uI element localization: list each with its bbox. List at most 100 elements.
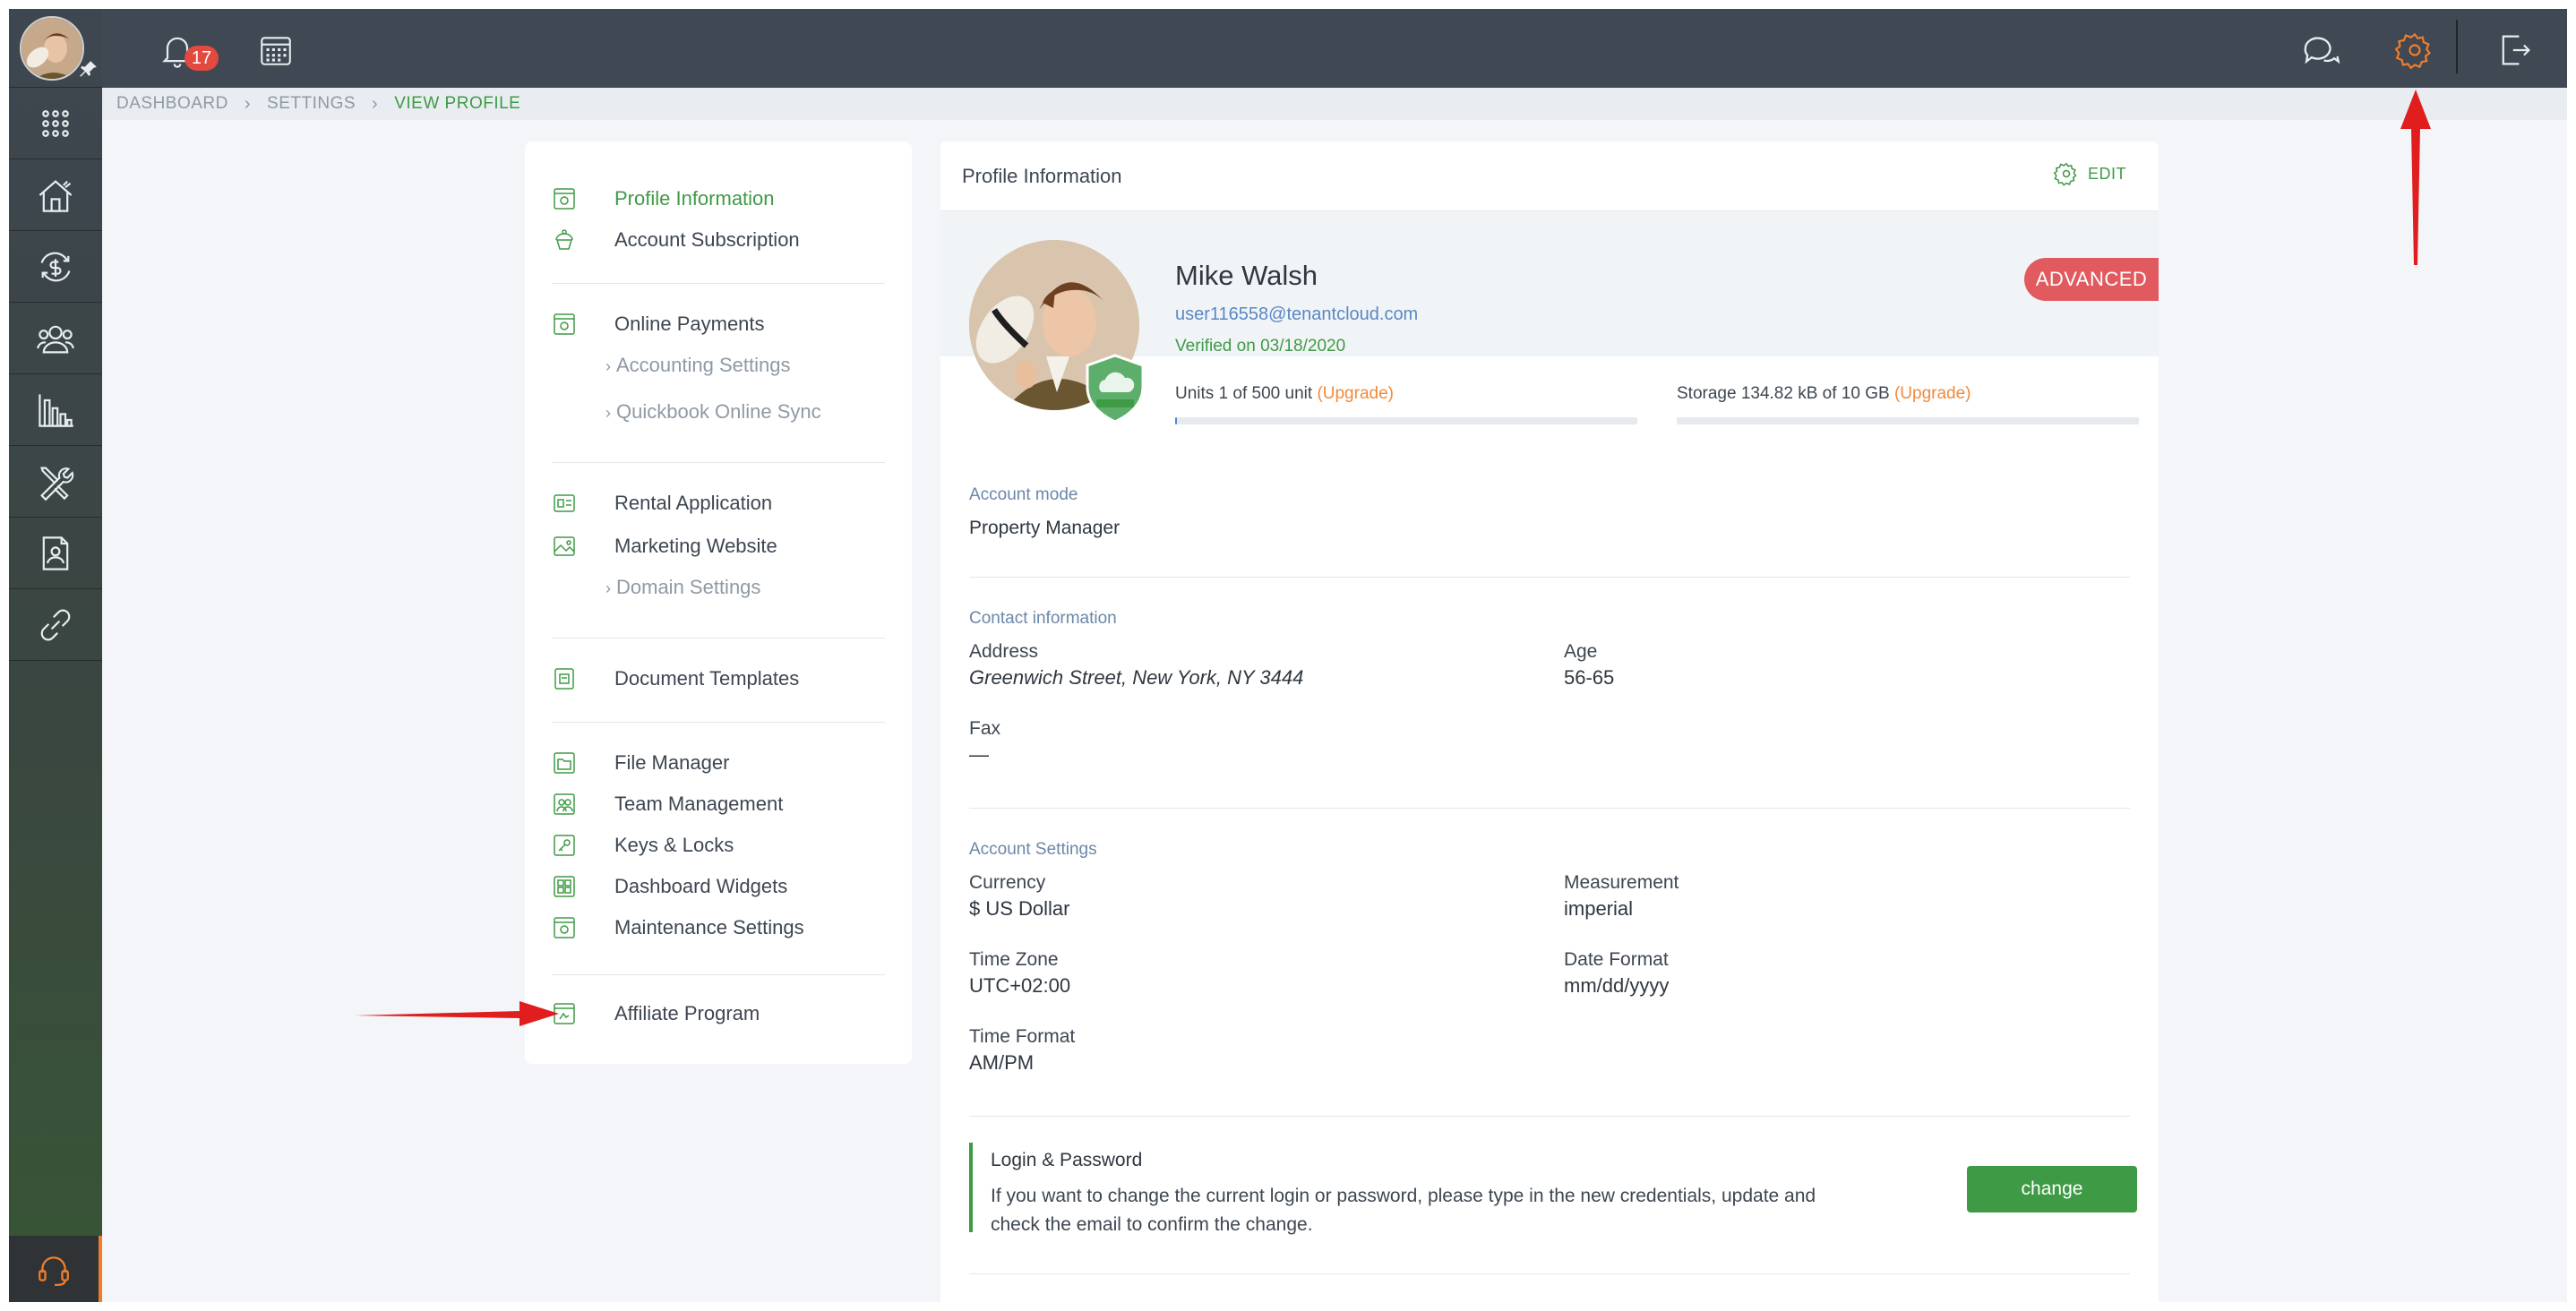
support-button[interactable] — [9, 1236, 102, 1302]
user-name: Mike Walsh — [1175, 260, 1318, 291]
menu-item-dashboard-widgets[interactable]: Dashboard Widgets — [525, 869, 912, 904]
address-label: Address — [969, 641, 1039, 662]
topbar-divider — [2456, 20, 2458, 73]
maintenance-page-icon — [554, 917, 575, 938]
section-divider — [969, 577, 2130, 578]
properties-icon — [39, 179, 73, 212]
settings-menu: Profile Information Account Subscription… — [525, 141, 912, 1064]
date-format-value: mm/dd/yyyy — [1564, 974, 1670, 997]
menu-item-affiliate-program[interactable]: Affiliate Program — [525, 996, 912, 1032]
app-window: 17 DASHBOARD › SETTINGS › VIEW PROFILE P… — [9, 9, 2567, 1302]
rail-item-documents[interactable] — [9, 518, 102, 589]
application-form-icon — [554, 494, 575, 512]
rail-item-maintenance[interactable] — [9, 446, 102, 518]
timezone-label: Time Zone — [969, 949, 1059, 970]
chevron-right-icon: › — [605, 404, 611, 422]
units-usage-bar — [1175, 417, 1637, 424]
chevron-right-icon: › — [605, 579, 611, 597]
menu-item-profile-information[interactable]: Profile Information — [525, 181, 912, 217]
menu-divider — [552, 283, 885, 284]
breadcrumb-dashboard[interactable]: DASHBOARD — [116, 94, 228, 114]
timezone-value: UTC+02:00 — [969, 974, 1071, 997]
age-value: 56-65 — [1564, 666, 1615, 689]
menu-item-rental-application[interactable]: Rental Application — [525, 485, 912, 521]
maintenance-tools-icon — [40, 467, 74, 501]
address-value: Greenwich Street, New York, NY 3444 — [969, 666, 1304, 689]
menu-item-online-payments[interactable]: Online Payments — [525, 306, 912, 342]
widgets-icon — [554, 876, 575, 897]
pin-icon[interactable] — [79, 59, 99, 79]
age-label: Age — [1564, 641, 1598, 662]
annotation-arrow — [2400, 90, 2431, 265]
team-icon — [554, 793, 575, 815]
login-password-description: If you want to change the current login … — [991, 1186, 1816, 1235]
logout-icon — [2502, 35, 2530, 65]
units-upgrade-link[interactable]: (Upgrade) — [1317, 384, 1394, 403]
verified-shield-icon — [1086, 354, 1145, 424]
measurement-label: Measurement — [1564, 872, 1679, 893]
breadcrumb: DASHBOARD › SETTINGS › VIEW PROFILE — [102, 88, 2567, 120]
edit-button[interactable]: EDIT — [2053, 161, 2126, 186]
time-format-value: AM/PM — [969, 1051, 1035, 1074]
menu-item-marketing-website[interactable]: Marketing Website — [525, 528, 912, 564]
menu-item-quickbook-online-sync[interactable]: › Quickbook Online Sync — [525, 394, 912, 430]
payment-page-icon — [554, 313, 575, 335]
chevron-right-icon: › — [605, 357, 611, 375]
documents-icon — [42, 536, 69, 570]
menu-item-domain-settings[interactable]: › Domain Settings — [525, 570, 912, 605]
user-avatar-cell[interactable] — [9, 9, 102, 88]
panel-header: Profile Information EDIT — [940, 141, 2159, 211]
plan-badge[interactable]: ADVANCED — [2024, 258, 2159, 301]
chevron-right-icon: › — [244, 93, 252, 114]
menu-divider — [552, 462, 885, 463]
storage-usage-bar — [1677, 417, 2139, 424]
panel-title: Profile Information — [962, 165, 1122, 187]
menu-item-document-templates[interactable]: Document Templates — [525, 661, 912, 697]
gear-icon — [2395, 32, 2432, 70]
user-email[interactable]: user116558@tenantcloud.com — [1175, 304, 1418, 325]
fax-label: Fax — [969, 718, 1001, 739]
folder-icon — [554, 752, 575, 774]
menu-item-account-subscription[interactable]: Account Subscription — [525, 222, 912, 258]
annotation-arrow — [355, 1001, 559, 1026]
document-template-icon — [554, 668, 574, 690]
breadcrumb-settings[interactable]: SETTINGS — [267, 94, 356, 114]
menu-item-accounting-settings[interactable]: › Accounting Settings — [525, 347, 912, 383]
currency-label: Currency — [969, 872, 1046, 893]
storage-usage-label: Storage 134.82 kB of 10 GB (Upgrade) — [1677, 384, 1971, 403]
headset-icon — [39, 1256, 69, 1287]
account-mode-value: Property Manager — [969, 518, 1121, 538]
rail-item-people[interactable] — [9, 303, 102, 374]
messages-button[interactable] — [2295, 25, 2345, 75]
avatar — [20, 16, 84, 81]
menu-item-file-manager[interactable]: File Manager — [525, 745, 912, 781]
contact-info-title: Contact information — [969, 609, 1117, 628]
settings-button[interactable] — [2390, 25, 2440, 75]
section-divider — [969, 1116, 2130, 1117]
section-divider — [969, 808, 2130, 809]
units-usage-label: Units 1 of 500 unit (Upgrade) — [1175, 384, 1394, 403]
apps-grid-icon — [42, 109, 69, 137]
menu-item-keys-locks[interactable]: Keys & Locks — [525, 827, 912, 863]
menu-item-team-management[interactable]: Team Management — [525, 786, 912, 822]
storage-upgrade-link[interactable]: (Upgrade) — [1894, 384, 1971, 403]
rail-item-reports[interactable] — [9, 374, 102, 446]
menu-divider — [552, 974, 885, 975]
chevron-right-icon: › — [372, 93, 379, 114]
rail-item-apps[interactable] — [9, 88, 102, 159]
login-password-title: Login & Password — [991, 1150, 1143, 1170]
profile-panel: Profile Information EDIT Mike Walsh user… — [940, 141, 2159, 1302]
rail-item-links[interactable] — [9, 589, 102, 661]
reports-icon — [39, 393, 73, 427]
calendar-button[interactable] — [253, 27, 299, 73]
units-usage-fill — [1175, 417, 1178, 424]
menu-item-maintenance-settings[interactable]: Maintenance Settings — [525, 910, 912, 946]
change-credentials-button[interactable]: change — [1967, 1166, 2137, 1212]
notification-count-badge: 17 — [185, 46, 219, 71]
image-icon — [554, 536, 575, 556]
rail-item-properties[interactable] — [9, 159, 102, 231]
rail-item-payments[interactable] — [9, 231, 102, 303]
logout-button[interactable] — [2490, 25, 2540, 75]
login-password-section: Login & Password If you want to change t… — [969, 1143, 2130, 1235]
breadcrumb-view-profile: VIEW PROFILE — [394, 94, 521, 113]
